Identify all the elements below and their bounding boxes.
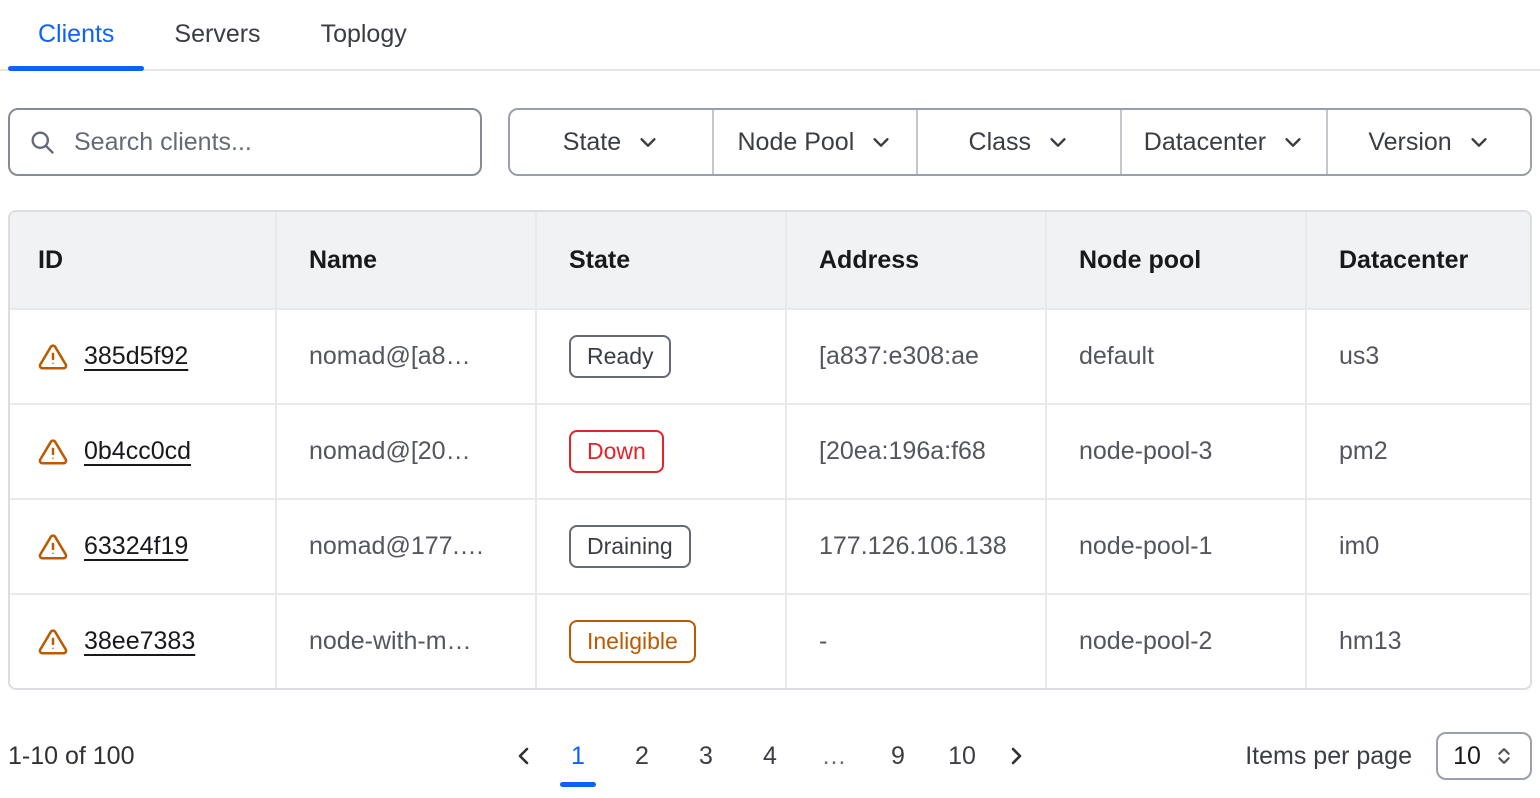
column-header-address: Address [785, 212, 1045, 308]
search-icon [28, 128, 56, 156]
datacenter-cell: us3 [1305, 310, 1530, 403]
page-number[interactable]: 10 [942, 742, 982, 771]
node-pool-cell: node-pool-1 [1045, 500, 1305, 593]
filter-group: State Node Pool Class Datacenter Version [508, 108, 1532, 176]
name-cell: nomad@177.… [275, 500, 535, 593]
filter-version[interactable]: Version [1326, 110, 1530, 174]
warning-icon [38, 342, 68, 372]
chevron-down-icon [1282, 131, 1304, 153]
column-header-id: ID [10, 212, 275, 308]
table-row: 385d5f92 nomad@[a8… Ready [a837:e308:ae … [10, 308, 1530, 403]
items-per-page-label: Items per page [1245, 742, 1412, 771]
page-controls: 1 2 3 4 … 9 10 [502, 734, 1038, 778]
address-cell: 177.126.106.138 [785, 500, 1045, 593]
node-pool-cell: node-pool-3 [1045, 405, 1305, 498]
page-number[interactable]: 2 [622, 742, 662, 771]
datacenter-cell: im0 [1305, 500, 1530, 593]
address-cell: [20ea:196a:f68 [785, 405, 1045, 498]
items-per-page: Items per page 10 [1038, 732, 1532, 780]
tab-servers[interactable]: Servers [144, 0, 290, 69]
prev-page-button[interactable] [502, 734, 546, 778]
page-ellipsis: … [814, 742, 854, 771]
pagination-range: 1-10 of 100 [8, 742, 502, 771]
warning-icon [38, 532, 68, 562]
node-pool-cell: node-pool-2 [1045, 595, 1305, 688]
warning-icon [38, 627, 68, 657]
tab-clients[interactable]: Clients [8, 0, 144, 69]
client-id-link[interactable]: 385d5f92 [84, 342, 188, 371]
filter-label: Version [1368, 128, 1451, 157]
state-cell: Ready [535, 310, 785, 403]
node-pool-cell: default [1045, 310, 1305, 403]
filter-label: State [563, 128, 621, 157]
pagination-bar: 1-10 of 100 1 2 3 4 … 9 10 Items per pag… [8, 732, 1532, 780]
items-per-page-value: 10 [1453, 742, 1481, 771]
chevron-down-icon [1047, 131, 1069, 153]
stepper-icon [1493, 745, 1515, 767]
state-badge: Draining [569, 525, 691, 569]
id-cell: 385d5f92 [10, 310, 275, 403]
table-row: 63324f19 nomad@177.… Draining 177.126.10… [10, 498, 1530, 593]
page-number[interactable]: 4 [750, 742, 790, 771]
table-row: 38ee7383 node-with-m… Ineligible - node-… [10, 593, 1530, 688]
search-box[interactable] [8, 108, 482, 176]
id-cell: 0b4cc0cd [10, 405, 275, 498]
tab-label: Clients [38, 20, 114, 49]
state-badge: Ineligible [569, 620, 696, 664]
clients-table: ID Name State Address Node pool Datacent… [8, 210, 1532, 690]
tab-topology[interactable]: Toplogy [291, 0, 437, 69]
table-row: 0b4cc0cd nomad@[20… Down [20ea:196a:f68 … [10, 403, 1530, 498]
toolbar: State Node Pool Class Datacenter Version [8, 108, 1532, 176]
page-number[interactable]: 9 [878, 742, 918, 771]
id-cell: 63324f19 [10, 500, 275, 593]
chevron-right-icon [1004, 744, 1028, 768]
filter-state[interactable]: State [510, 110, 712, 174]
datacenter-cell: pm2 [1305, 405, 1530, 498]
name-cell: nomad@[a8… [275, 310, 535, 403]
address-cell: [a837:e308:ae [785, 310, 1045, 403]
search-input[interactable] [72, 127, 462, 158]
name-cell: nomad@[20… [275, 405, 535, 498]
column-header-name: Name [275, 212, 535, 308]
items-per-page-select[interactable]: 10 [1436, 732, 1532, 780]
tab-label: Toplogy [321, 20, 407, 49]
column-header-state: State [535, 212, 785, 308]
chevron-down-icon [1468, 131, 1490, 153]
client-id-link[interactable]: 63324f19 [84, 532, 188, 561]
client-id-link[interactable]: 0b4cc0cd [84, 437, 191, 466]
page-number[interactable]: 3 [686, 742, 726, 771]
page-number[interactable]: 1 [558, 742, 598, 771]
next-page-button[interactable] [994, 734, 1038, 778]
filter-label: Datacenter [1144, 128, 1266, 157]
address-cell: - [785, 595, 1045, 688]
state-cell: Draining [535, 500, 785, 593]
datacenter-cell: hm13 [1305, 595, 1530, 688]
column-header-datacenter: Datacenter [1305, 212, 1530, 308]
filter-class[interactable]: Class [916, 110, 1120, 174]
filter-label: Class [969, 128, 1032, 157]
state-cell: Down [535, 405, 785, 498]
filter-datacenter[interactable]: Datacenter [1120, 110, 1326, 174]
filter-label: Node Pool [738, 128, 855, 157]
warning-icon [38, 437, 68, 467]
chevron-down-icon [870, 131, 892, 153]
client-id-link[interactable]: 38ee7383 [84, 627, 195, 656]
chevron-left-icon [512, 744, 536, 768]
id-cell: 38ee7383 [10, 595, 275, 688]
tab-label: Servers [174, 20, 260, 49]
state-badge: Down [569, 430, 664, 474]
column-header-node-pool: Node pool [1045, 212, 1305, 308]
table-header-row: ID Name State Address Node pool Datacent… [10, 212, 1530, 308]
state-cell: Ineligible [535, 595, 785, 688]
chevron-down-icon [637, 131, 659, 153]
tabbar: Clients Servers Toplogy [0, 0, 1540, 71]
filter-node-pool[interactable]: Node Pool [712, 110, 916, 174]
name-cell: node-with-m… [275, 595, 535, 688]
state-badge: Ready [569, 335, 671, 379]
